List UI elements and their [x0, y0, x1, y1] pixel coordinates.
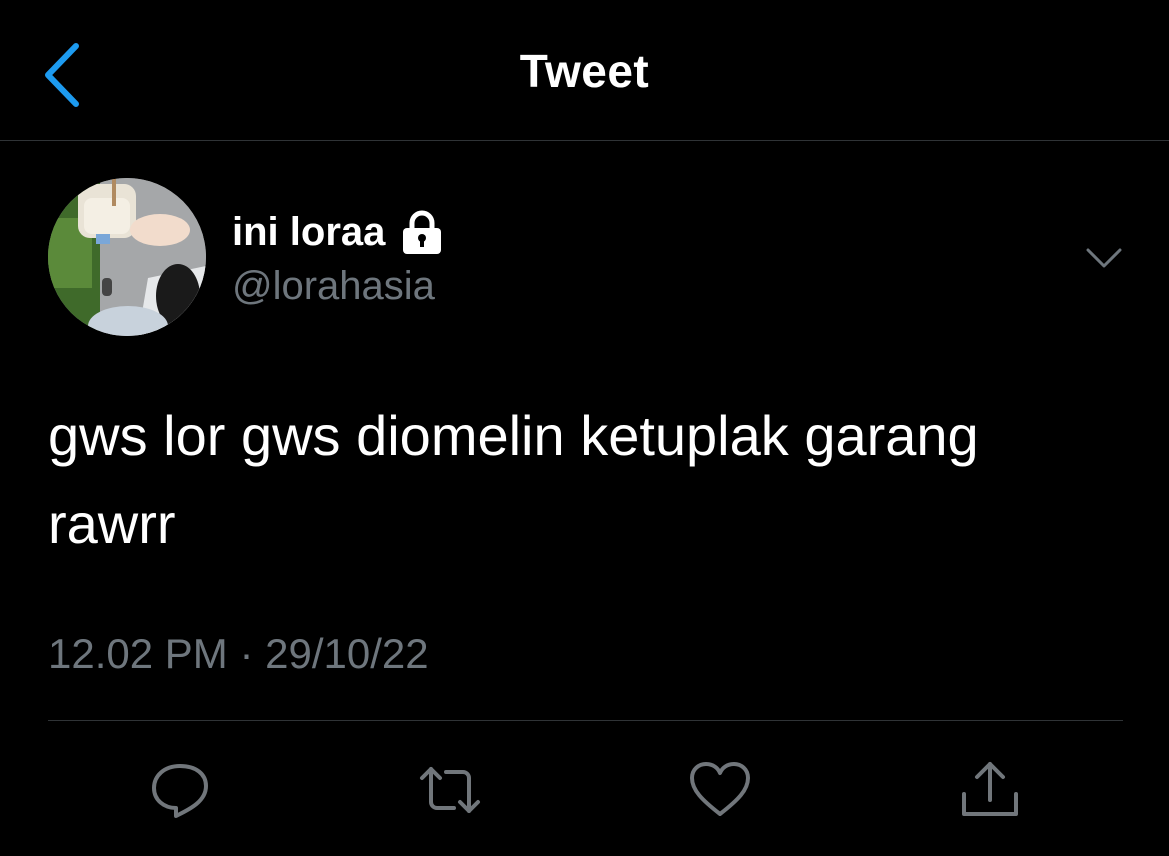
avatar-photo	[48, 178, 206, 336]
reply-button[interactable]	[148, 758, 212, 822]
lock-icon	[399, 209, 445, 255]
like-icon	[690, 762, 750, 816]
page-title: Tweet	[519, 45, 650, 97]
divider	[48, 720, 1123, 721]
top-nav-bar: Tweet	[0, 0, 1169, 141]
more-options-button[interactable]	[1082, 238, 1126, 278]
author-name-row[interactable]: ini loraa	[232, 206, 445, 258]
reply-icon	[152, 764, 208, 818]
retweet-icon	[420, 767, 480, 813]
tweet-text-line: rawrr	[48, 492, 176, 555]
tweet-text-line: gws lor gws diomelin ketuplak garang	[48, 404, 979, 467]
tweet-text: gws lor gws diomelin ketuplak garang raw…	[48, 392, 1128, 568]
chevron-down-icon	[1086, 248, 1122, 268]
share-button[interactable]	[958, 758, 1022, 822]
display-name: ini loraa	[232, 209, 386, 254]
like-button[interactable]	[688, 758, 752, 822]
retweet-button[interactable]	[418, 758, 482, 822]
share-icon	[962, 762, 1018, 816]
tweet-timestamp[interactable]: 12.02 PM · 29/10/22	[48, 630, 429, 678]
avatar[interactable]	[48, 178, 206, 336]
user-handle[interactable]: @lorahasia	[232, 264, 435, 309]
